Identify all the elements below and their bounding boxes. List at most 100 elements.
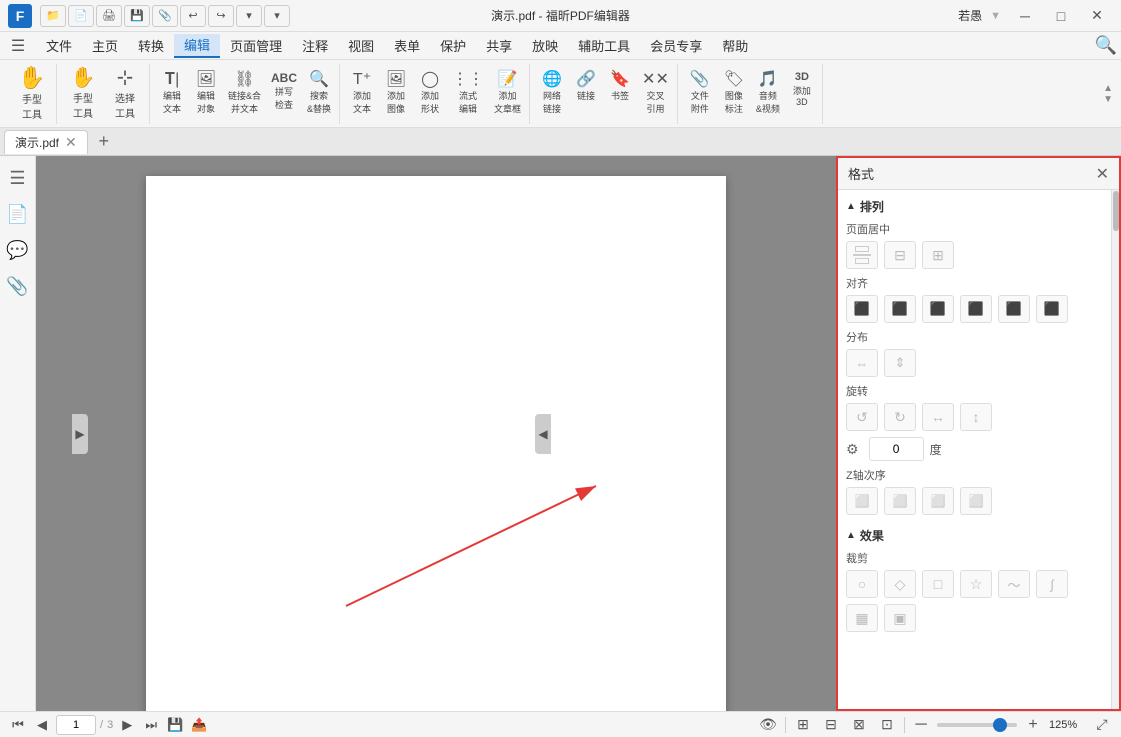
web-link-btn[interactable]: 🌐 网络链接 <box>536 70 568 117</box>
menu-tool[interactable]: 辅助工具 <box>568 34 640 58</box>
h-center-btn[interactable] <box>846 241 878 269</box>
new-tab-btn[interactable]: + <box>92 130 116 154</box>
hand-tool-btn2[interactable]: ✋ 手型工具 <box>63 65 103 123</box>
canvas-nav-right[interactable]: ◀ <box>535 414 551 454</box>
v-center-btn[interactable]: ⊟ <box>884 241 916 269</box>
add-3d-btn[interactable]: 3D 添加3D <box>786 70 818 117</box>
add-article-btn[interactable]: 📝 添加文章框 <box>490 70 525 117</box>
menu-share[interactable]: 共享 <box>476 34 522 58</box>
menu-comment[interactable]: 注释 <box>292 34 338 58</box>
select-tool-btn2[interactable]: ⊹ 选择工具 <box>105 65 145 123</box>
crop-ellipse-btn[interactable]: ○ <box>846 570 878 598</box>
undo-btn[interactable]: ↩ <box>180 5 206 27</box>
attach-btn[interactable]: 📎 <box>152 5 178 27</box>
file-attach-btn[interactable]: 📎 文件附件 <box>684 70 716 117</box>
rotate-left-btn[interactable]: ↺ <box>846 403 878 431</box>
bring-forward-btn[interactable]: ⬜ <box>884 487 916 515</box>
cross-ref-btn[interactable]: ✕✕ 交叉引用 <box>638 70 673 117</box>
align-vcenter-btn[interactable]: ⬛ <box>998 295 1030 323</box>
page-input[interactable] <box>56 715 96 735</box>
add-image-btn[interactable]: 🖼 添加图像 <box>380 70 412 117</box>
menu-edit[interactable]: 编辑 <box>174 34 220 58</box>
both-center-btn[interactable]: ⊞ <box>922 241 954 269</box>
toolbar-scroll-right[interactable]: ▲▼ <box>1103 64 1113 124</box>
hand-tool-btn[interactable]: ✋ 手型工具 <box>12 64 52 124</box>
tab-close-btn[interactable]: ✕ <box>65 134 77 151</box>
menu-form[interactable]: 表单 <box>384 34 430 58</box>
sidebar-attach-btn[interactable]: 📎 <box>4 272 32 300</box>
crop-frame-btn[interactable]: ▣ <box>884 604 916 632</box>
edit-text-btn[interactable]: 𝐓| 编辑文本 <box>156 70 188 117</box>
redo-btn[interactable]: ↪ <box>208 5 234 27</box>
rotate-angle-input[interactable] <box>869 437 924 461</box>
more-btn[interactable]: ▾ <box>264 5 290 27</box>
user-dropdown-icon[interactable]: ▼ <box>990 10 1001 22</box>
status-view3-btn[interactable]: ⊠ <box>848 714 870 736</box>
open-folder-btn[interactable]: 📁 <box>40 5 66 27</box>
audio-video-btn[interactable]: 🎵 音频&视频 <box>752 70 784 117</box>
image-mark-btn[interactable]: 🏷 图像标注 <box>718 70 750 117</box>
canvas-nav-left[interactable]: ▶ <box>72 414 88 454</box>
export-btn[interactable]: 📤 <box>189 715 209 735</box>
close-btn[interactable]: ✕ <box>1081 5 1113 27</box>
minimize-btn[interactable]: ─ <box>1009 5 1041 27</box>
crop-wave-btn[interactable]: ～ <box>998 570 1030 598</box>
align-hcenter-btn[interactable]: ⬛ <box>884 295 916 323</box>
crop-diamond-btn[interactable]: ◇ <box>884 570 916 598</box>
zoom-minus-btn[interactable]: ─ <box>911 715 931 735</box>
align-left-btn[interactable]: ⬛ <box>846 295 878 323</box>
align-right-btn[interactable]: ⬛ <box>922 295 954 323</box>
doc-tab-demo[interactable]: 演示.pdf ✕ <box>4 130 88 154</box>
sidebar-thumbnail-btn[interactable]: ☰ <box>4 164 32 192</box>
dropdown-btn[interactable]: ▾ <box>236 5 262 27</box>
spell-btn[interactable]: ABC 拼写检查 <box>267 70 301 117</box>
sidebar-page-btn[interactable]: 📄 <box>4 200 32 228</box>
crop-s-btn[interactable]: ∫ <box>1036 570 1068 598</box>
save-current-btn[interactable]: 💾 <box>165 715 185 735</box>
status-view2-btn[interactable]: ⊟ <box>820 714 842 736</box>
align-bottom-btn[interactable]: ⬛ <box>1036 295 1068 323</box>
link-btn[interactable]: 🔗 链接 <box>570 70 602 117</box>
panel-scrollbar-thumb[interactable] <box>1113 191 1119 231</box>
add-text-btn[interactable]: T⁺ 添加文本 <box>346 70 378 117</box>
next-page-btn[interactable]: ▶ <box>117 715 137 735</box>
zoom-plus-btn[interactable]: + <box>1023 715 1043 735</box>
menu-present[interactable]: 放映 <box>522 34 568 58</box>
section-effect-header[interactable]: ▲ 效果 <box>846 527 1103 544</box>
menu-file[interactable]: 文件 <box>36 34 82 58</box>
section-arrange-header[interactable]: ▲ 排列 <box>846 198 1103 215</box>
menu-page[interactable]: 页面管理 <box>220 34 292 58</box>
flip-v-btn[interactable]: ↕ <box>960 403 992 431</box>
menu-hamburger[interactable]: ☰ <box>4 34 32 58</box>
flip-h-btn[interactable]: ↔ <box>922 403 954 431</box>
search-icon[interactable]: 🔍 <box>1095 35 1117 56</box>
flow-edit-btn[interactable]: ⋮⋮ 流式编辑 <box>448 70 488 117</box>
status-view1-btn[interactable]: ⊞ <box>792 714 814 736</box>
bookmark-btn[interactable]: 🔖 书签 <box>604 70 636 117</box>
edit-obj-btn[interactable]: 🖼 编辑对象 <box>190 70 222 117</box>
bring-front-btn[interactable]: ⬜ <box>846 487 878 515</box>
send-backward-btn[interactable]: ⬜ <box>922 487 954 515</box>
rotate-right-btn[interactable]: ↻ <box>884 403 916 431</box>
status-eye-btn[interactable]: 👁 <box>757 714 779 736</box>
panel-close-btn[interactable]: ✕ <box>1096 164 1109 184</box>
first-page-btn[interactable]: ⏮ <box>8 715 28 735</box>
crop-grid-btn[interactable]: ▦ <box>846 604 878 632</box>
print-btn[interactable]: 🖨 <box>96 5 122 27</box>
menu-view[interactable]: 视图 <box>338 34 384 58</box>
search-replace-btn[interactable]: 🔍 搜索&替换 <box>303 70 335 117</box>
save-btn-title[interactable]: 💾 <box>124 5 150 27</box>
send-back-btn[interactable]: ⬜ <box>960 487 992 515</box>
sidebar-comment-btn[interactable]: 💬 <box>4 236 32 264</box>
fullscreen-btn[interactable]: ⤢ <box>1091 714 1113 736</box>
zoom-slider[interactable] <box>937 723 1017 727</box>
menu-protect[interactable]: 保护 <box>430 34 476 58</box>
menu-home[interactable]: 主页 <box>82 34 128 58</box>
last-page-btn[interactable]: ⏭ <box>141 715 161 735</box>
new-tab-btn[interactable]: 📄 <box>68 5 94 27</box>
maximize-btn[interactable]: □ <box>1045 5 1077 27</box>
crop-star-btn[interactable]: ☆ <box>960 570 992 598</box>
menu-help[interactable]: 帮助 <box>712 34 758 58</box>
crop-rect-btn[interactable]: □ <box>922 570 954 598</box>
panel-scrollbar-track[interactable] <box>1111 190 1119 709</box>
